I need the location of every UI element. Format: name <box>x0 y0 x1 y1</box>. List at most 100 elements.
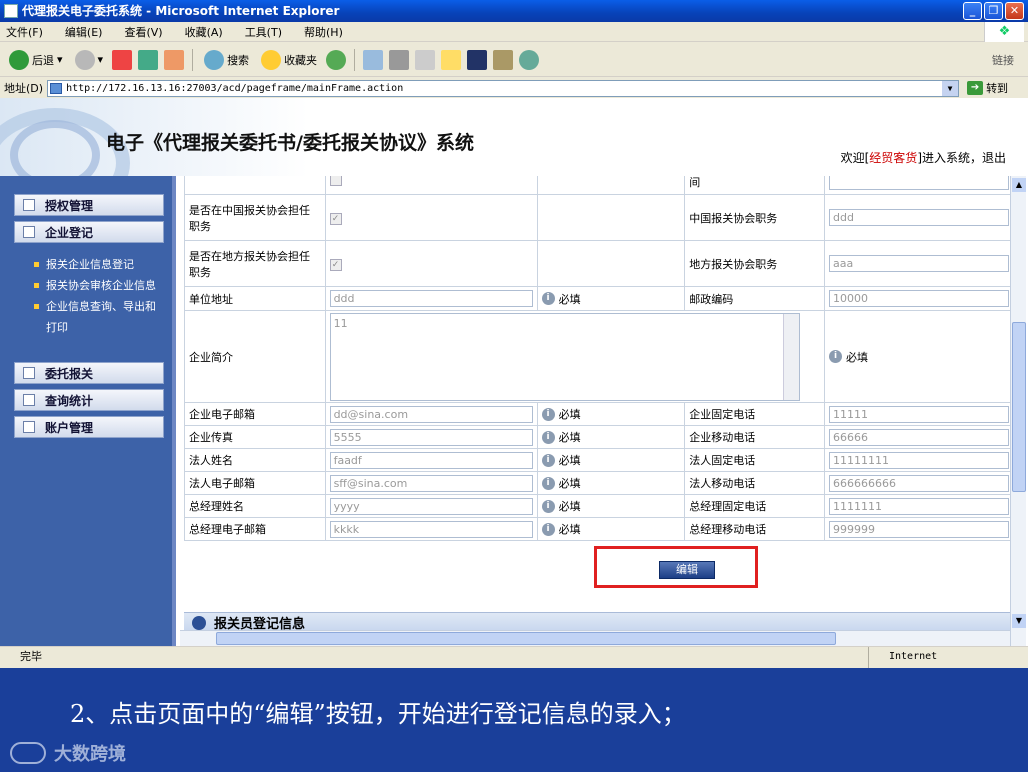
history-icon[interactable] <box>326 49 347 70</box>
favorites-button[interactable]: 收藏夹 <box>258 47 320 73</box>
edit-highlight-box: 编辑 <box>594 546 758 588</box>
sidebar-subitem-review[interactable]: 报关协会审核企业信息 <box>34 275 162 296</box>
site-header: 电子《代理报关委托书/委托报关协议》系统 欢迎[经贸客货]进入系统，退出 <box>0 98 1028 218</box>
address-url: http://172.16.13.16:27003/acd/pageframe/… <box>66 82 404 94</box>
china-assoc-checkbox[interactable]: ✓ <box>329 212 342 225</box>
profile-textarea[interactable]: 11 <box>329 312 800 401</box>
postcode-field[interactable]: 10000 <box>828 290 1009 307</box>
sidebar-subitem-register[interactable]: 报关企业信息登记 <box>34 254 162 275</box>
user-name: 经贸客货 <box>869 151 918 165</box>
menu-favorites[interactable]: 收藏(A) <box>185 24 223 40</box>
sidebar-subitem-query[interactable]: 企业信息查询、导出和打印 <box>34 296 162 338</box>
menu-help[interactable]: 帮助(H) <box>304 24 343 40</box>
legal-phone-field[interactable]: 11111111 <box>828 451 1009 469</box>
close-button[interactable]: ✕ <box>1005 2 1024 20</box>
gm-mobile-field[interactable]: 999999 <box>828 520 1009 538</box>
messenger-icon[interactable] <box>519 49 540 70</box>
sidebar-item-auth[interactable]: 授权管理 <box>14 194 164 216</box>
search-icon <box>204 49 225 70</box>
nav-bullet-icon <box>23 226 35 238</box>
sidebar-item-registration[interactable]: 企业登记 <box>14 221 164 243</box>
legal-mobile-field[interactable]: 666666666 <box>828 474 1009 492</box>
stop-icon[interactable] <box>112 49 133 70</box>
text-field[interactable] <box>828 176 1009 190</box>
gm-email-field[interactable]: kkkk <box>329 520 533 538</box>
go-button[interactable]: ➔ 转到 <box>967 80 1008 96</box>
sidebar-item-stats[interactable]: 查询统计 <box>14 389 164 411</box>
legal-name-field[interactable]: faadf <box>329 451 533 469</box>
nav-bullet-icon <box>23 421 35 433</box>
email-field[interactable]: dd@sina.com <box>329 405 533 423</box>
forward-button[interactable]: ▾ <box>72 47 107 73</box>
edit-button[interactable]: 编辑 <box>659 561 715 579</box>
research-icon[interactable] <box>467 49 488 70</box>
gm-name-field[interactable]: yyyy <box>329 497 533 515</box>
title-bar: 代理报关电子委托系统 - Microsoft Internet Explorer… <box>0 0 1028 22</box>
legal-email-field[interactable]: sff@sina.com <box>329 474 533 492</box>
links-label[interactable]: 链接 <box>992 52 1014 68</box>
refresh-icon[interactable] <box>138 49 159 70</box>
nav-bullet-icon <box>23 199 35 211</box>
minimize-button[interactable]: _ <box>963 2 982 20</box>
folder-icon[interactable] <box>441 49 462 70</box>
menu-edit[interactable]: 编辑(E) <box>65 24 103 40</box>
mail-icon[interactable] <box>363 49 384 70</box>
scroll-down-icon[interactable]: ▼ <box>1012 614 1026 628</box>
restore-button[interactable]: ❐ <box>984 2 1003 20</box>
address-bar: 地址(D) http://172.16.13.16:27003/acd/page… <box>0 78 1028 98</box>
sidebar: 授权管理 企业登记 报关企业信息登记 报关协会审核企业信息 企业信息查询、导出和… <box>0 176 176 646</box>
address-dropdown-icon[interactable]: ▼ <box>942 80 959 96</box>
menu-tools[interactable]: 工具(T) <box>245 24 282 40</box>
section-header[interactable]: 报关员登记信息 <box>184 612 1010 632</box>
main-content: 间 是否在中国报关协会担任职务 ✓ 中国报关协会职务 ddd 是否在地方报关协会… <box>180 176 1010 646</box>
mobile-field[interactable]: 66666 <box>828 428 1009 446</box>
home-icon[interactable] <box>164 49 185 70</box>
local-assoc-checkbox[interactable]: ✓ <box>329 258 342 271</box>
horizontal-scrollbar[interactable] <box>180 630 1010 646</box>
checkbox[interactable] <box>329 176 342 186</box>
back-arrow-icon <box>9 49 29 70</box>
brand-watermark: 大数跨境 <box>10 740 126 766</box>
hscroll-thumb[interactable] <box>216 632 836 645</box>
window-title: 代理报关电子委托系统 - Microsoft Internet Explorer <box>22 4 340 18</box>
edit-page-icon[interactable] <box>415 49 436 70</box>
sidebar-subitems: 报关企业信息登记 报关协会审核企业信息 企业信息查询、导出和打印 <box>34 254 162 338</box>
info-icon: i <box>541 292 555 305</box>
table-row: 法人姓名 faadf i 必填 法人固定电话 11111111 <box>184 448 1010 472</box>
sidebar-item-entrust[interactable]: 委托报关 <box>14 362 164 384</box>
scroll-thumb[interactable] <box>1012 322 1026 492</box>
phone-field[interactable]: 11111 <box>828 405 1009 423</box>
menu-bar: 文件(F) 编辑(E) 查看(V) 收藏(A) 工具(T) 帮助(H) <box>0 22 1028 42</box>
page-icon <box>50 82 63 94</box>
nav-bullet-icon <box>23 394 35 406</box>
scroll-up-icon[interactable]: ▲ <box>1012 178 1026 192</box>
print-icon[interactable] <box>389 49 410 70</box>
nav-bullet-icon <box>23 367 35 379</box>
local-assoc-post-field[interactable]: aaa <box>828 255 1009 272</box>
search-button[interactable]: 搜索 <box>201 47 252 73</box>
gm-phone-field[interactable]: 1111111 <box>828 497 1009 515</box>
vertical-scrollbar[interactable]: ▲ ▼ <box>1010 176 1026 646</box>
table-row: 单位地址 ddd i 必填 邮政编码 10000 <box>184 286 1010 311</box>
welcome-text: 欢迎[经贸客货]进入系统，退出 <box>840 151 1006 165</box>
info-icon: i <box>541 407 555 421</box>
menu-file[interactable]: 文件(F) <box>6 24 43 40</box>
china-assoc-post-field[interactable]: ddd <box>828 209 1009 226</box>
textarea-scrollbar[interactable] <box>782 313 799 400</box>
table-row: 企业传真 5555 i 必填 企业移动电话 66666 <box>184 425 1010 449</box>
info-icon: i <box>541 522 555 536</box>
brand-logo-icon <box>10 742 46 764</box>
address-input[interactable]: http://172.16.13.16:27003/acd/pageframe/… <box>47 79 960 97</box>
tools-icon[interactable] <box>493 49 514 70</box>
toolbar: 后退 ▾ ▾ 搜索 收藏夹 <box>0 43 1028 77</box>
table-row: 企业简介 11 i 必填 <box>184 310 1010 403</box>
menu-view[interactable]: 查看(V) <box>124 24 162 40</box>
info-icon: i <box>541 476 555 490</box>
fax-field[interactable]: 5555 <box>329 428 533 446</box>
info-icon: i <box>541 499 555 513</box>
address-field[interactable]: ddd <box>329 290 533 307</box>
back-button[interactable]: 后退 ▾ <box>6 47 66 73</box>
table-row: 是否在地方报关协会担任职务 ✓ 地方报关协会职务 aaa <box>184 240 1010 287</box>
sidebar-item-account[interactable]: 账户管理 <box>14 416 164 438</box>
ie-icon <box>4 4 18 18</box>
